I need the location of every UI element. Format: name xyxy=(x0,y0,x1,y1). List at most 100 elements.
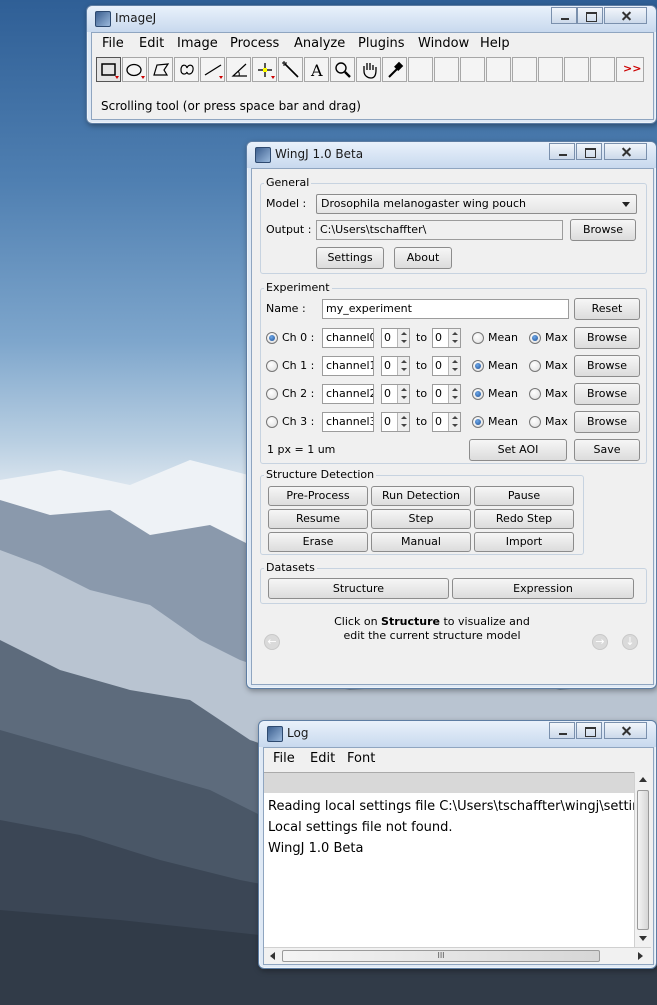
menu-help[interactable]: Help xyxy=(480,36,510,51)
pause-button[interactable]: Pause xyxy=(474,486,574,506)
channel-2-radio[interactable] xyxy=(266,388,278,400)
spinner-arrows-icon[interactable] xyxy=(448,329,460,347)
experiment-name-input[interactable]: my_experiment xyxy=(322,299,569,319)
rectangle-tool-icon[interactable] xyxy=(96,57,121,82)
polygon-tool-icon[interactable] xyxy=(148,57,173,82)
channel-2-max-radio[interactable] xyxy=(529,388,541,400)
log-horizontal-scrollbar[interactable]: III xyxy=(264,947,651,964)
set-aoi-button[interactable]: Set AOI xyxy=(469,439,567,461)
log-close-button[interactable] xyxy=(604,722,647,739)
menu-plugins[interactable]: Plugins xyxy=(358,36,405,51)
arrow-left-icon[interactable]: ← xyxy=(264,634,280,650)
erase-button[interactable]: Erase xyxy=(268,532,368,552)
channel-2-mean-radio[interactable] xyxy=(472,388,484,400)
reset-button[interactable]: Reset xyxy=(574,298,640,320)
scroll-down-icon[interactable] xyxy=(639,936,647,941)
expression-button[interactable]: Expression xyxy=(452,578,634,599)
menu-process[interactable]: Process xyxy=(230,36,279,51)
channel-2-to-spinner[interactable]: 0 xyxy=(432,384,461,404)
save-button[interactable]: Save xyxy=(574,439,640,461)
step-button[interactable]: Step xyxy=(371,509,471,529)
scroll-left-icon[interactable] xyxy=(270,952,275,960)
channel-1-max-radio[interactable] xyxy=(529,360,541,372)
menu-image[interactable]: Image xyxy=(177,36,218,51)
manual-button[interactable]: Manual xyxy=(371,532,471,552)
text-tool-icon[interactable]: A xyxy=(304,57,329,82)
channel-3-name-input[interactable]: channel3 xyxy=(322,412,374,432)
empty-tool-slot[interactable] xyxy=(408,57,433,82)
menu-file[interactable]: File xyxy=(102,36,124,51)
about-button[interactable]: About xyxy=(394,247,452,269)
channel-2-browse-button[interactable]: Browse xyxy=(574,383,640,405)
imagej-titlebar[interactable]: ImageJ xyxy=(87,6,656,32)
log-menu-font[interactable]: Font xyxy=(347,751,375,766)
channel-3-from-spinner[interactable]: 0 xyxy=(381,412,410,432)
output-path-field[interactable]: C:\Users\tschaffter\ xyxy=(316,220,563,240)
empty-tool-slot[interactable] xyxy=(538,57,563,82)
spinner-arrows-icon[interactable] xyxy=(397,329,409,347)
spinner-arrows-icon[interactable] xyxy=(397,357,409,375)
empty-tool-slot[interactable] xyxy=(512,57,537,82)
channel-0-browse-button[interactable]: Browse xyxy=(574,327,640,349)
imagej-minimize-button[interactable] xyxy=(551,7,577,24)
log-minimize-button[interactable] xyxy=(549,722,575,739)
empty-tool-slot[interactable] xyxy=(486,57,511,82)
wingj-maximize-button[interactable] xyxy=(576,143,602,160)
channel-3-to-spinner[interactable]: 0 xyxy=(432,412,461,432)
empty-tool-slot[interactable] xyxy=(590,57,615,82)
log-vertical-scrollbar[interactable] xyxy=(634,772,651,947)
menu-edit[interactable]: Edit xyxy=(139,36,164,51)
channel-1-from-spinner[interactable]: 0 xyxy=(381,356,410,376)
channel-0-name-input[interactable]: channel0 xyxy=(322,328,374,348)
log-menu-file[interactable]: File xyxy=(273,751,295,766)
channel-2-from-spinner[interactable]: 0 xyxy=(381,384,410,404)
spinner-arrows-icon[interactable] xyxy=(448,357,460,375)
menu-window[interactable]: Window xyxy=(418,36,469,51)
channel-0-mean-radio[interactable] xyxy=(472,332,484,344)
oval-tool-icon[interactable] xyxy=(122,57,147,82)
wingj-titlebar[interactable]: WingJ 1.0 Beta xyxy=(247,142,656,168)
channel-3-radio[interactable] xyxy=(266,416,278,428)
empty-tool-slot[interactable] xyxy=(434,57,459,82)
imagej-close-button[interactable] xyxy=(604,7,647,24)
wingj-minimize-button[interactable] xyxy=(549,143,575,160)
channel-1-mean-radio[interactable] xyxy=(472,360,484,372)
spinner-arrows-icon[interactable] xyxy=(448,385,460,403)
channel-0-radio[interactable] xyxy=(266,332,278,344)
channel-3-mean-radio[interactable] xyxy=(472,416,484,428)
redo-step-button[interactable]: Redo Step xyxy=(474,509,574,529)
log-horizontal-scroll-thumb[interactable]: III xyxy=(282,950,600,962)
freehand-tool-icon[interactable] xyxy=(174,57,199,82)
angle-tool-icon[interactable] xyxy=(226,57,251,82)
log-maximize-button[interactable] xyxy=(576,722,602,739)
import-button[interactable]: Import xyxy=(474,532,574,552)
color-picker-tool-icon[interactable] xyxy=(382,57,407,82)
channel-2-name-input[interactable]: channel2 xyxy=(322,384,374,404)
line-tool-icon[interactable] xyxy=(200,57,225,82)
spinner-arrows-icon[interactable] xyxy=(448,413,460,431)
more-tools-button[interactable]: >> xyxy=(616,57,644,82)
empty-tool-slot[interactable] xyxy=(460,57,485,82)
model-select[interactable]: Drosophila melanogaster wing pouch xyxy=(316,194,637,214)
spinner-arrows-icon[interactable] xyxy=(397,413,409,431)
structure-button[interactable]: Structure xyxy=(268,578,449,599)
run-detection-button[interactable]: Run Detection xyxy=(371,486,471,506)
channel-1-browse-button[interactable]: Browse xyxy=(574,355,640,377)
empty-tool-slot[interactable] xyxy=(564,57,589,82)
imagej-maximize-button[interactable] xyxy=(577,7,603,24)
channel-0-to-spinner[interactable]: 0 xyxy=(432,328,461,348)
output-browse-button[interactable]: Browse xyxy=(570,219,636,241)
channel-1-radio[interactable] xyxy=(266,360,278,372)
spinner-arrows-icon[interactable] xyxy=(397,385,409,403)
log-titlebar[interactable]: Log xyxy=(259,721,656,747)
arrow-down-icon[interactable]: ↓ xyxy=(622,634,638,650)
magnifier-tool-icon[interactable] xyxy=(330,57,355,82)
resume-button[interactable]: Resume xyxy=(268,509,368,529)
channel-3-max-radio[interactable] xyxy=(529,416,541,428)
settings-button[interactable]: Settings xyxy=(316,247,384,269)
scrolling-tool-icon[interactable] xyxy=(356,57,381,82)
channel-0-from-spinner[interactable]: 0 xyxy=(381,328,410,348)
wingj-close-button[interactable] xyxy=(604,143,647,160)
point-tool-icon[interactable] xyxy=(252,57,277,82)
channel-1-name-input[interactable]: channel1 xyxy=(322,356,374,376)
